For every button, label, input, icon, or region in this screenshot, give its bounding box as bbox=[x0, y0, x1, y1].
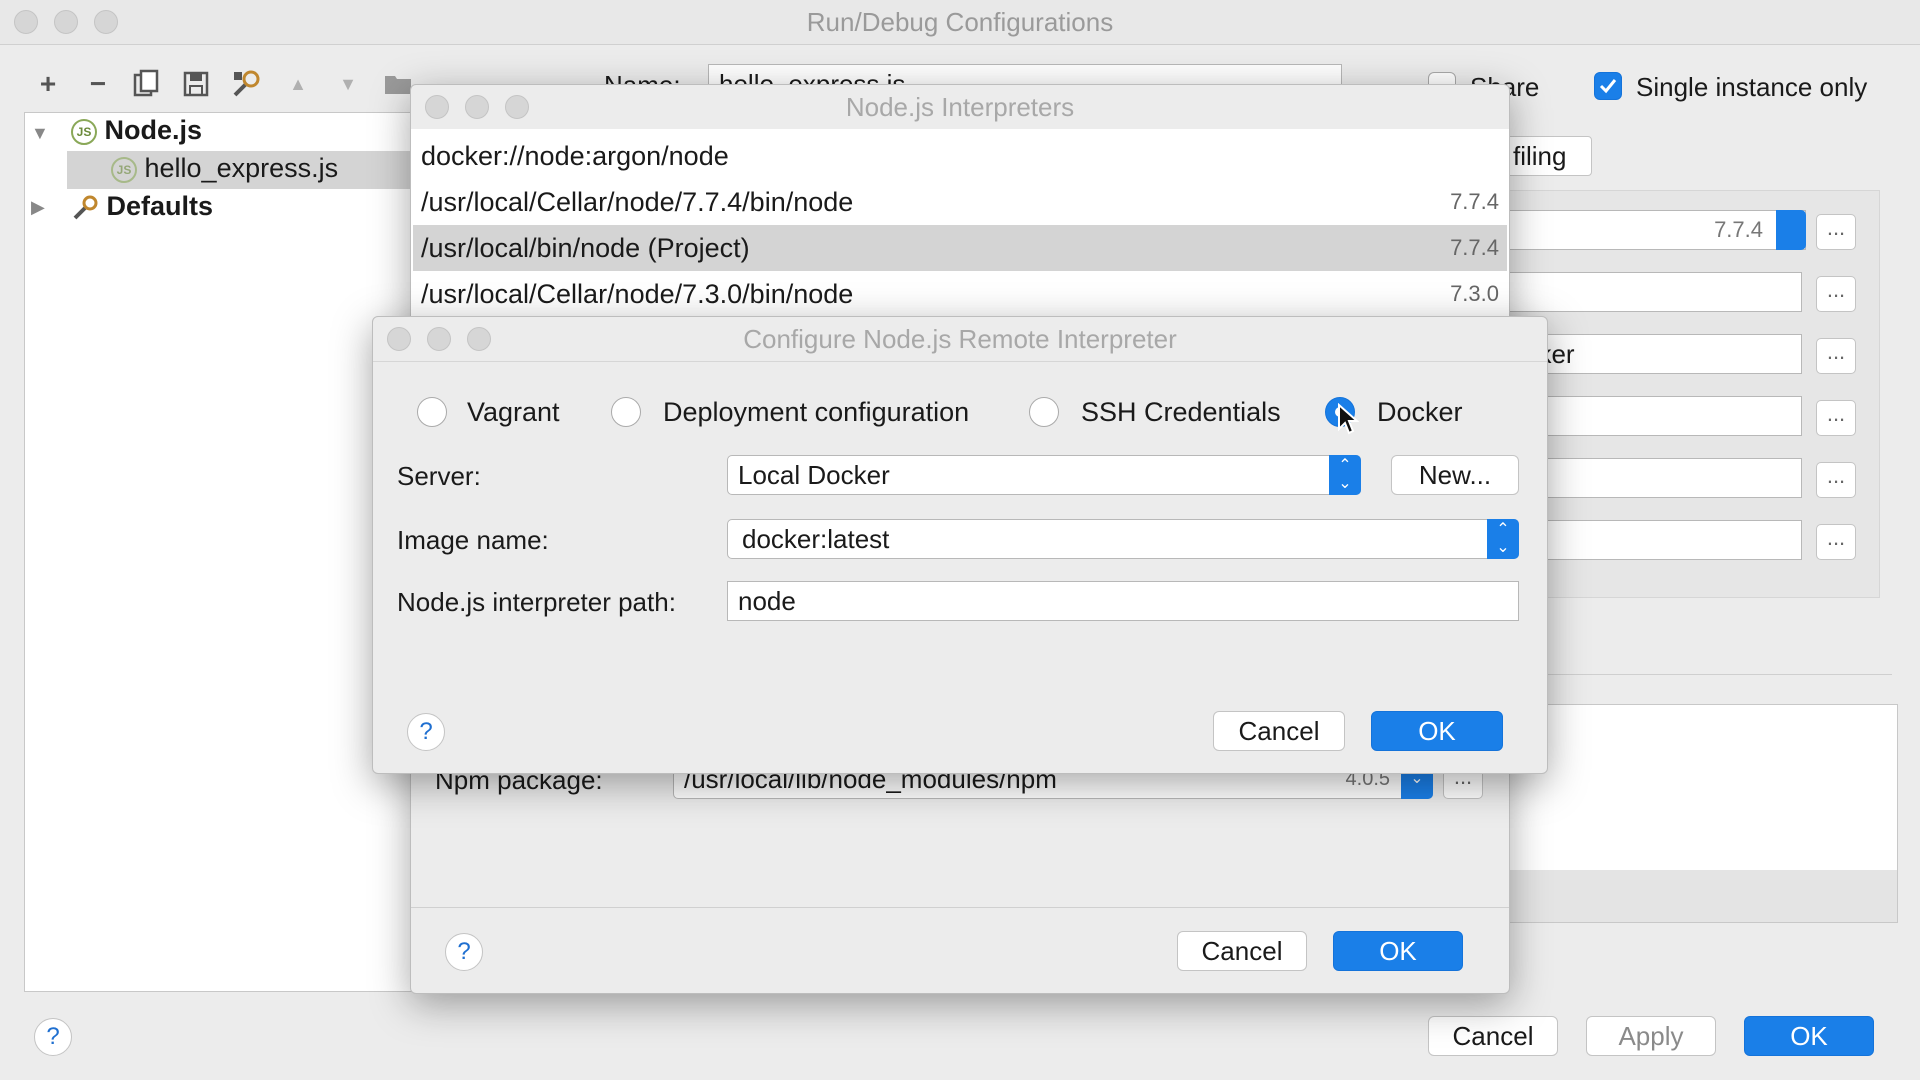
remote-interpreter-dialog: Configure Node.js Remote Interpreter Vag… bbox=[372, 316, 1548, 774]
interpreters-zoom-button[interactable] bbox=[505, 95, 529, 119]
interpreter-row[interactable]: docker://node:argon/node bbox=[413, 133, 1507, 179]
environment-variables-browse-button[interactable]: ... bbox=[1816, 524, 1856, 560]
vagrant-radio[interactable] bbox=[417, 397, 447, 427]
interpreters-cancel-button[interactable]: Cancel bbox=[1177, 931, 1307, 971]
interpreters-help-button[interactable]: ? bbox=[445, 933, 483, 971]
updown-arrows-icon: ⌃ ⌄ bbox=[1487, 519, 1519, 559]
application-parameters-browse-button[interactable]: ... bbox=[1816, 462, 1856, 498]
tree-item-nodejs[interactable]: JS Node.js bbox=[71, 115, 202, 146]
arrow-up-icon: ▲ bbox=[289, 73, 307, 94]
image-name-combo[interactable]: docker:latest ⌃ ⌄ bbox=[727, 519, 1519, 559]
copy-icon bbox=[133, 69, 159, 97]
edit-defaults-button[interactable] bbox=[228, 66, 264, 102]
before-launch-toolbar bbox=[1500, 870, 1898, 923]
remote-dialog-title: Configure Node.js Remote Interpreter bbox=[373, 317, 1547, 362]
remote-zoom-button[interactable] bbox=[467, 327, 491, 351]
minus-icon: − bbox=[89, 68, 107, 99]
move-up-button[interactable]: ▲ bbox=[280, 66, 316, 102]
mouse-cursor-icon bbox=[1338, 403, 1359, 435]
collapse-arrow-icon[interactable]: ▶ bbox=[31, 197, 45, 218]
main-help-button[interactable]: ? bbox=[34, 1018, 72, 1056]
remote-close-button[interactable] bbox=[387, 327, 411, 351]
add-configuration-button[interactable]: + bbox=[30, 66, 66, 102]
profiling-tab[interactable]: filing bbox=[1496, 136, 1592, 176]
updown-arrows-icon: ⌃ ⌄ bbox=[1329, 455, 1361, 495]
javascript-file-browse-button[interactable]: ... bbox=[1816, 400, 1856, 436]
interpreter-combo[interactable]: 7.7.4 bbox=[1500, 210, 1806, 250]
ssh-credentials-label: SSH Credentials bbox=[1081, 397, 1281, 427]
node-options-browse-button[interactable]: ... bbox=[1816, 276, 1856, 312]
ssh-credentials-radio[interactable] bbox=[1029, 397, 1059, 427]
interpreters-footer-separator bbox=[411, 907, 1509, 908]
nodejs-file-icon: JS bbox=[111, 156, 137, 183]
interpreter-browse-button[interactable]: ... bbox=[1816, 214, 1856, 250]
interpreters-minimize-button[interactable] bbox=[465, 95, 489, 119]
remote-cancel-button[interactable]: Cancel bbox=[1213, 711, 1345, 751]
save-icon bbox=[183, 71, 209, 97]
interpreter-combo-arrow[interactable] bbox=[1776, 210, 1806, 250]
configuration-tree: ▼ JS Node.js JS hello_express.js ▶ Defau… bbox=[24, 112, 424, 992]
working-directory-browse-button[interactable]: ... bbox=[1816, 338, 1856, 374]
copy-configuration-button[interactable] bbox=[128, 66, 164, 102]
tree-item-hello-express[interactable]: JS hello_express.js bbox=[111, 153, 338, 184]
window-title: Run/Debug Configurations bbox=[806, 7, 1114, 37]
remove-configuration-button[interactable]: − bbox=[80, 66, 116, 102]
interpreter-path-input[interactable]: node bbox=[727, 581, 1519, 621]
interpreter-row-selected[interactable]: /usr/local/bin/node (Project) 7.7.4 bbox=[413, 225, 1507, 271]
deployment-configuration-label: Deployment configuration bbox=[663, 397, 970, 427]
separator-line bbox=[1500, 674, 1892, 675]
main-cancel-button[interactable]: Cancel bbox=[1428, 1016, 1558, 1056]
remote-minimize-button[interactable] bbox=[427, 327, 451, 351]
server-combo[interactable]: Local Docker ⌃ ⌄ bbox=[727, 455, 1361, 495]
remote-ok-button[interactable]: OK bbox=[1371, 711, 1503, 751]
checkmark-icon bbox=[1599, 79, 1617, 94]
before-launch-list bbox=[1500, 704, 1898, 872]
image-name-label: Image name: bbox=[397, 525, 549, 555]
interpreter-path-label: Node.js interpreter path: bbox=[397, 587, 676, 617]
move-down-button[interactable]: ▼ bbox=[330, 66, 366, 102]
folder-icon bbox=[385, 76, 411, 94]
server-label: Server: bbox=[397, 461, 481, 491]
docker-label: Docker bbox=[1377, 397, 1463, 427]
deployment-configuration-radio[interactable] bbox=[611, 397, 641, 427]
interpreters-close-button[interactable] bbox=[425, 95, 449, 119]
remote-help-button[interactable]: ? bbox=[407, 713, 445, 751]
window-titlebar: Run/Debug Configurations bbox=[0, 0, 1920, 45]
new-server-button[interactable]: New... bbox=[1391, 455, 1519, 495]
defaults-wrench-icon bbox=[73, 195, 98, 220]
arrow-down-icon: ▼ bbox=[339, 73, 357, 94]
plus-icon: + bbox=[39, 68, 57, 99]
tree-item-defaults[interactable]: Defaults bbox=[71, 191, 213, 222]
vagrant-label: Vagrant bbox=[467, 397, 560, 427]
main-ok-button[interactable]: OK bbox=[1744, 1016, 1874, 1056]
interpreters-ok-button[interactable]: OK bbox=[1333, 931, 1463, 971]
main-apply-button[interactable]: Apply bbox=[1586, 1016, 1716, 1056]
wrench-icon bbox=[233, 70, 260, 97]
expand-arrow-icon[interactable]: ▼ bbox=[31, 123, 49, 144]
nodejs-icon: JS bbox=[71, 118, 97, 145]
interpreter-row[interactable]: /usr/local/Cellar/node/7.7.4/bin/node 7.… bbox=[413, 179, 1507, 225]
interpreter-row[interactable]: /usr/local/Cellar/node/7.3.0/bin/node 7.… bbox=[413, 271, 1507, 317]
save-configuration-button[interactable] bbox=[178, 66, 214, 102]
single-instance-label: Single instance only bbox=[1636, 72, 1868, 102]
node-options-input[interactable] bbox=[1500, 272, 1802, 312]
single-instance-checkbox[interactable] bbox=[1594, 72, 1622, 100]
interpreters-dialog-title: Node.js Interpreters bbox=[411, 85, 1509, 130]
